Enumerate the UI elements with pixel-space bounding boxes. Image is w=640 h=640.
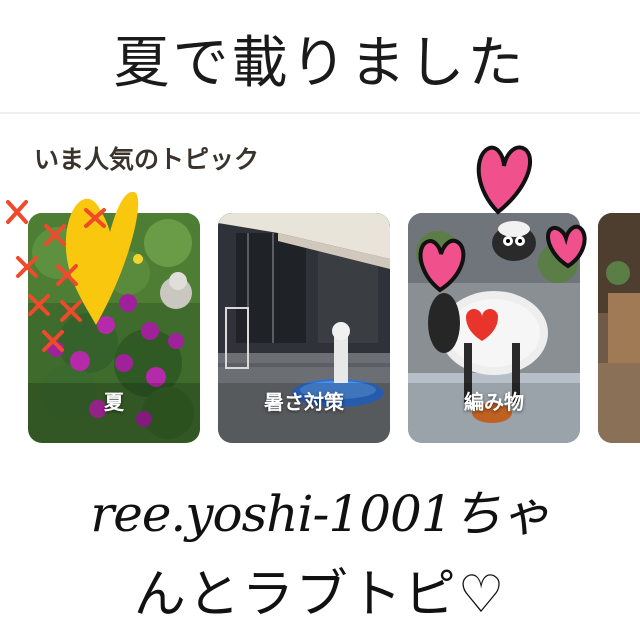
topic-card-knitting[interactable]: 編み物 [408,213,580,443]
topic-label-summer: 夏 [104,390,124,414]
pink-heart-icon [476,145,533,215]
topic-card-next[interactable] [598,213,640,443]
topic-label-heat: 暑さ対策 [264,390,344,414]
caption-line-2: んとラブトピ♡ [133,565,507,625]
topic-card-heat[interactable]: 暑さ対策 [218,213,390,443]
topic-card-summer[interactable]: 夏 [28,213,200,443]
page-title: 夏で載りました [113,31,527,96]
topic-carousel[interactable]: 夏 暑さ対策 編み物 [0,210,640,445]
header-bar: 夏で載りました [0,0,640,114]
caption-line-1: ree.yoshi-1001ちゃ [90,485,550,543]
section-heading: いま人気のトピック [34,145,260,174]
interior-image [598,213,640,443]
topic-label-knitting: 編み物 [464,390,524,414]
